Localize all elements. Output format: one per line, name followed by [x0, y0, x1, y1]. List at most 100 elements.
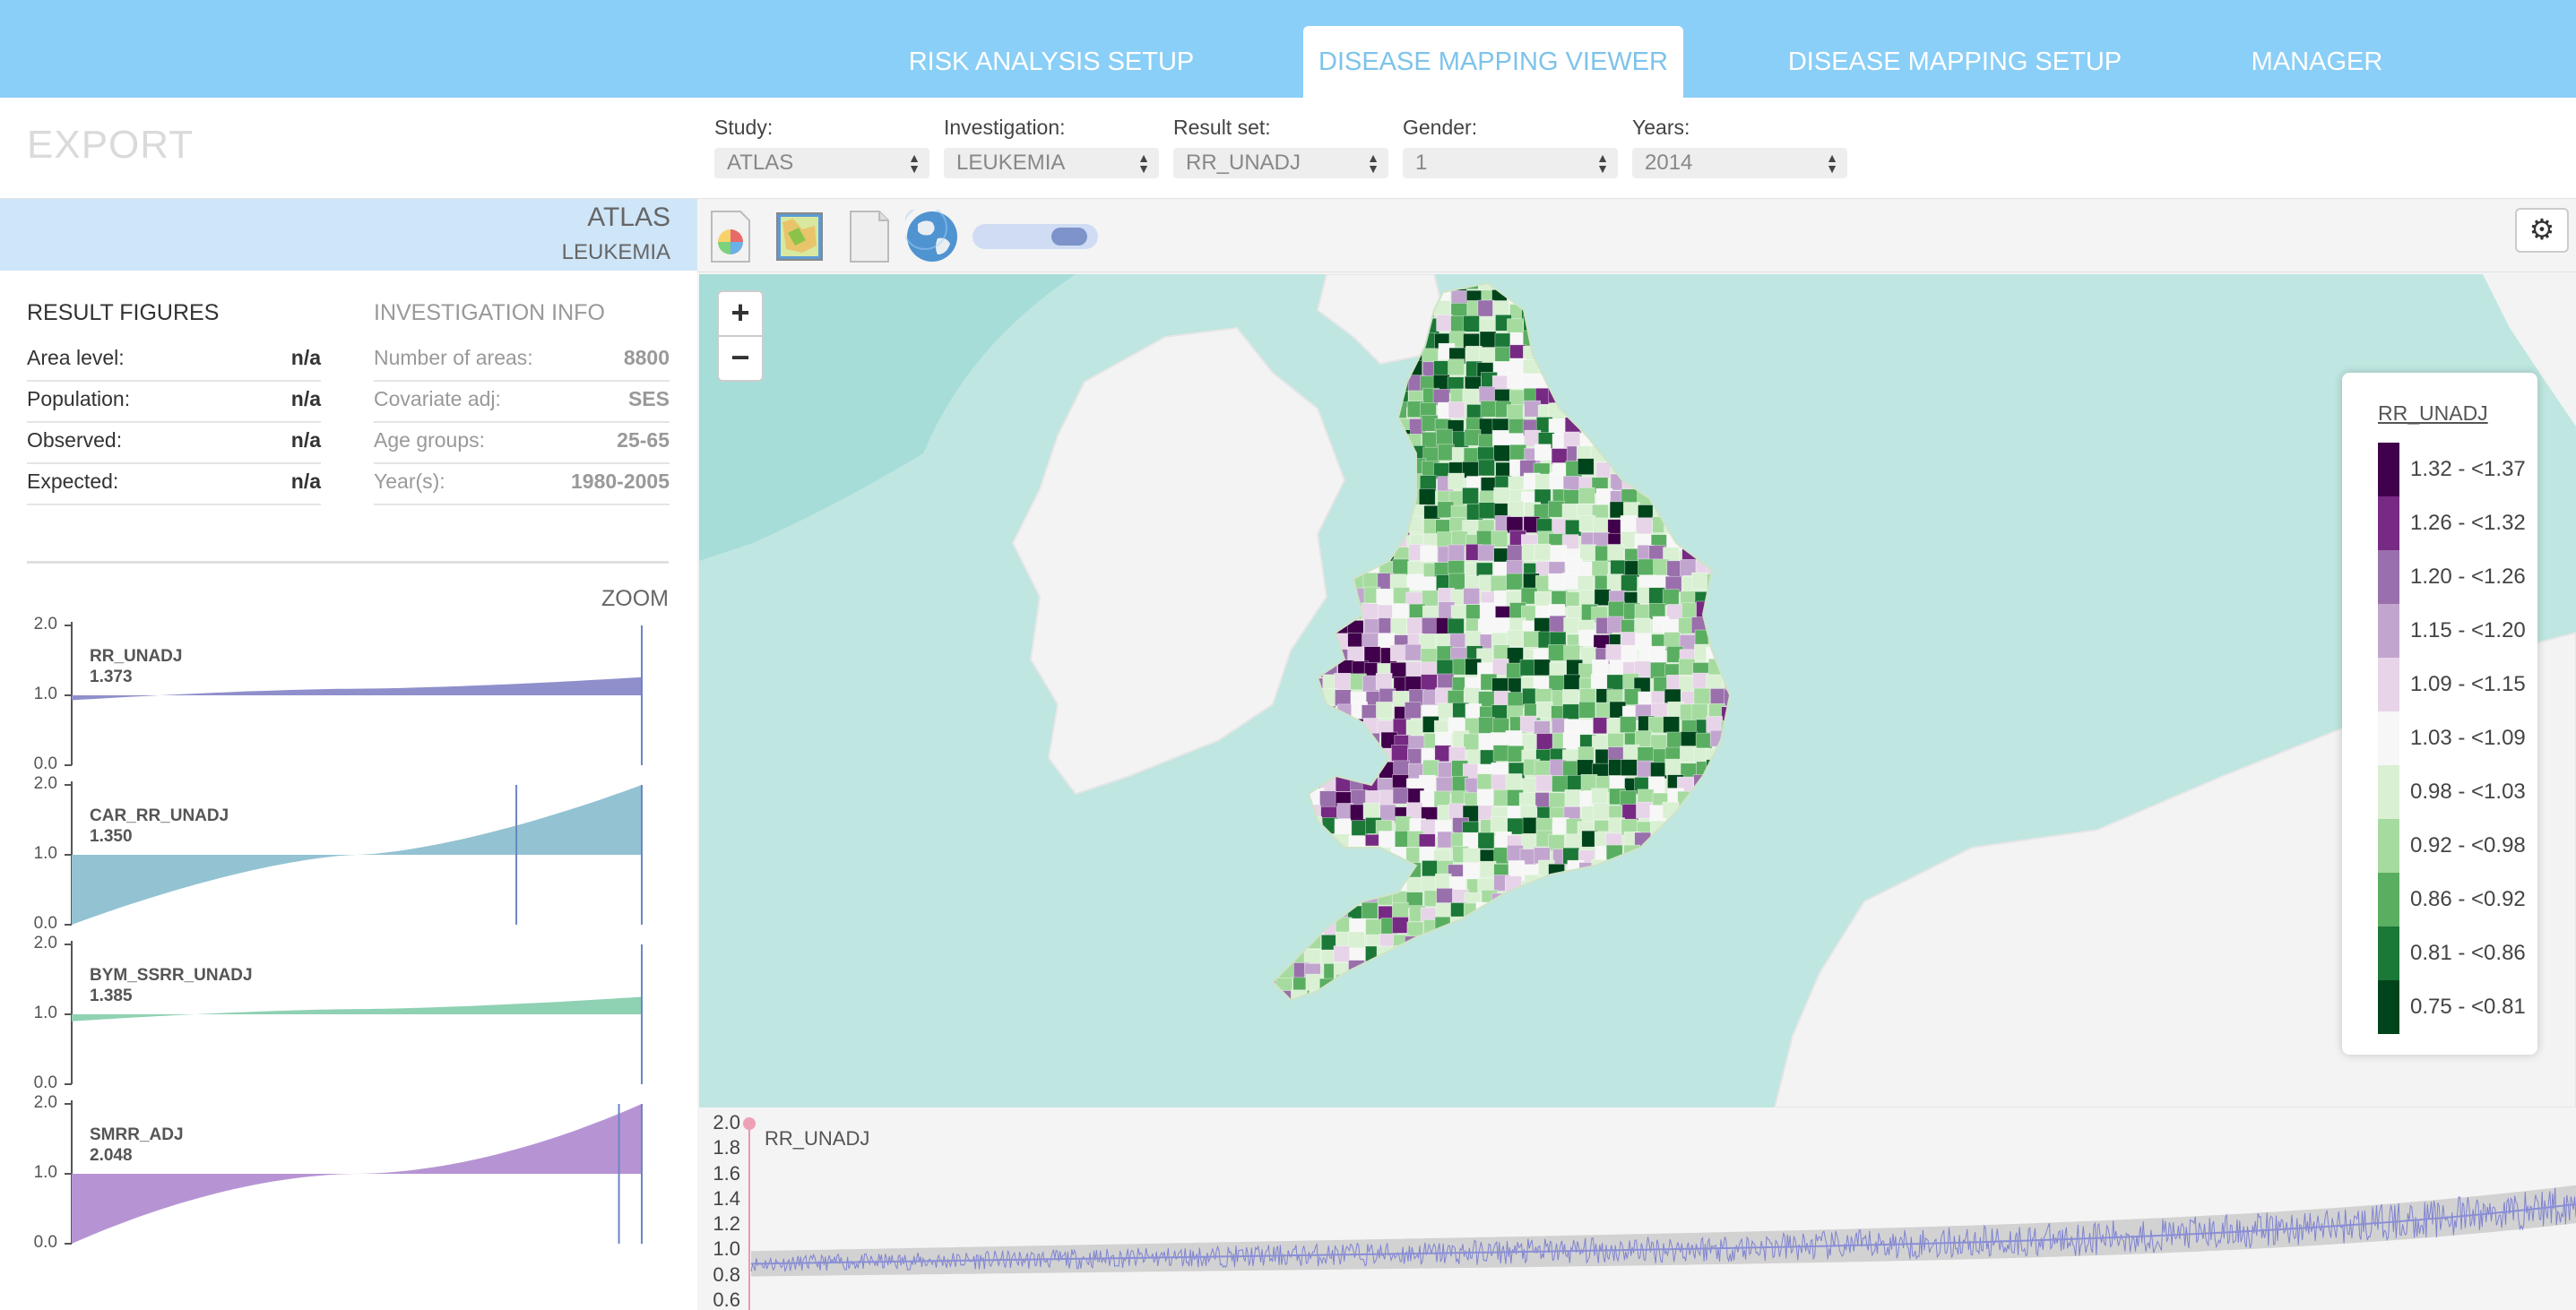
distribution-name: CAR_RR_UNADJ: [90, 806, 229, 825]
distribution-panel: CAR_RR_UNADJ 1.350: [65, 781, 643, 926]
investigation-field: Investigation: LEUKEMIA ▲ ▼: [944, 116, 1159, 178]
legend-swatch: [2378, 819, 2399, 873]
tab-disease-mapping-setup[interactable]: DISEASE MAPPING SETUP: [1775, 26, 2135, 98]
investigation-value: LEUKEMIA: [956, 151, 1066, 175]
select-arrows-icon: ▲ ▼: [1137, 151, 1150, 176]
legend-label: 0.92 - <0.98: [2410, 833, 2526, 858]
axis-tick-label: 1.0: [33, 1004, 57, 1022]
axis-tick-label: 0.0: [33, 1233, 57, 1252]
map-legend: RR_UNADJ 1.32 - <1.37 1.26 - <1.32 1.20 - …: [2342, 373, 2537, 1055]
years-value: 2014: [1645, 151, 1693, 175]
select-arrows-icon: ▲ ▼: [908, 151, 921, 176]
study-select[interactable]: ATLAS ▲ ▼: [714, 148, 929, 178]
select-arrows-icon: ▲ ▼: [1596, 151, 1609, 176]
legend-label: 0.86 - <0.92: [2410, 887, 2526, 911]
axis-tick-label: 1.0: [33, 685, 57, 703]
legend-swatch: [2378, 443, 2399, 496]
selection-header: EXPORT Study: ATLAS ▲ ▼ Investigation: LE…: [0, 98, 2576, 199]
legend-swatch: [2378, 658, 2399, 711]
globe-icon[interactable]: [905, 210, 959, 263]
map-toolbar: ⚙: [697, 199, 2576, 272]
settings-gear-icon[interactable]: ⚙: [2515, 208, 2569, 253]
legend-label: 1.26 - <1.32: [2410, 511, 2526, 535]
tab-manager[interactable]: MANAGER: [2232, 26, 2402, 98]
legend-label: 1.20 - <1.26: [2410, 565, 2526, 589]
legend-label: 0.75 - <0.81: [2410, 995, 2526, 1019]
gender-field: Gender: 1 ▲ ▼: [1403, 116, 1618, 178]
distribution-value: 1.385: [90, 987, 133, 1005]
axis-tick-label: 0.0: [33, 914, 57, 933]
choropleth-map[interactable]: + − RR_UNADJ 1.32 - <1.37 1.26 - <1.32 1.2…: [699, 274, 2576, 1107]
opacity-slider[interactable]: [972, 224, 1098, 249]
distribution-value: 1.350: [90, 827, 133, 846]
legend-label: 1.32 - <1.37: [2410, 457, 2526, 481]
distribution-panel: BYM_SSRR_UNADJ 1.385: [65, 941, 643, 1085]
chart-pie-icon[interactable]: [706, 210, 755, 263]
axis-tick-label: 2.0: [33, 934, 57, 952]
zoom-out-button[interactable]: −: [717, 335, 764, 382]
axis-tick-label: 0.0: [33, 1073, 57, 1092]
years-select[interactable]: 2014 ▲ ▼: [1632, 148, 1847, 178]
timeseries-marker: [743, 1117, 756, 1130]
distribution-panel: RR_UNADJ 1.373: [65, 622, 643, 766]
distribution-name: SMRR_ADJ: [90, 1125, 184, 1144]
legend-label: 0.98 - <1.03: [2410, 780, 2526, 804]
axis-tick-label: 2.0: [33, 1093, 57, 1112]
legend-label: 1.09 - <1.15: [2410, 672, 2526, 696]
zoom-in-button[interactable]: +: [717, 290, 764, 337]
distribution-name: RR_UNADJ: [90, 647, 182, 666]
select-arrows-icon: ▲ ▼: [1826, 151, 1838, 176]
distribution-area: [72, 996, 642, 1021]
export-button[interactable]: EXPORT: [27, 123, 194, 168]
legend-label: 1.03 - <1.09: [2410, 726, 2526, 750]
axis-tick-label: 1.0: [33, 1163, 57, 1182]
map-canvas: [699, 274, 2576, 1107]
investigation-label: Investigation:: [944, 116, 1066, 139]
legend-swatch: [2378, 980, 2399, 1034]
legend-swatch: [2378, 873, 2399, 926]
result-set-select[interactable]: RR_UNADJ ▲ ▼: [1173, 148, 1388, 178]
distribution-area: [72, 677, 642, 701]
axis-tick-label: 2.0: [33, 615, 57, 633]
legend-swatch: [2378, 765, 2399, 819]
years-field: Years: 2014 ▲ ▼: [1632, 116, 1847, 178]
map-area: ⚙ + − RR_UNADJ 1.32 - <1.37 1.26 - <1.32…: [697, 199, 2576, 1310]
legend-swatch: [2378, 926, 2399, 980]
distribution-charts: RR_UNADJ 1.373 CAR_RR_UNADJ 1.350 BYM_SSRR_U…: [65, 622, 643, 1245]
map-icon[interactable]: [775, 210, 824, 263]
axis-tick-label: 0.0: [33, 754, 57, 773]
timeseries-chart[interactable]: [697, 1111, 2576, 1310]
years-label: Years:: [1632, 116, 1690, 139]
gender-label: Gender:: [1403, 116, 1478, 139]
legend-swatch: [2378, 496, 2399, 550]
axis-tick-label: 1.0: [33, 844, 57, 863]
legend-swatch: [2378, 604, 2399, 658]
left-panel: ATLAS LEUKEMIA RESULT FIGURES INVESTIGAT…: [0, 199, 697, 1310]
study-label: Study:: [714, 116, 774, 139]
distribution-name: BYM_SSRR_UNADJ: [90, 966, 253, 985]
axis-tick-label: 2.0: [33, 774, 57, 793]
legend-label: 1.15 - <1.20: [2410, 618, 2526, 642]
tab-risk-analysis-setup[interactable]: RISK ANALYSIS SETUP: [887, 26, 1215, 98]
study-value: ATLAS: [727, 151, 794, 175]
gender-select[interactable]: 1 ▲ ▼: [1403, 148, 1618, 178]
top-navigation: RISK ANALYSIS SETUP DISEASE MAPPING VIEW…: [0, 0, 2576, 98]
legend-swatch: [2378, 550, 2399, 604]
distribution-panel: SMRR_ADJ 2.048: [65, 1100, 643, 1245]
investigation-select[interactable]: LEUKEMIA ▲ ▼: [944, 148, 1159, 178]
document-icon[interactable]: [845, 210, 894, 263]
result-set-value: RR_UNADJ: [1186, 151, 1301, 175]
legend-swatch: [2378, 711, 2399, 765]
app-root: RISK ANALYSIS SETUP DISEASE MAPPING VIEW…: [0, 0, 2576, 1310]
tab-disease-mapping-viewer[interactable]: DISEASE MAPPING VIEWER: [1303, 26, 1683, 98]
select-arrows-icon: ▲ ▼: [1367, 151, 1379, 176]
gender-value: 1: [1415, 151, 1428, 175]
legend-title: RR_UNADJ: [2378, 401, 2488, 425]
timeseries-panel: 2.0 1.8 1.6 1.4 1.2 1.0 0.8 0.6 RR_UNADJ: [697, 1111, 2576, 1310]
slider-handle[interactable]: [1051, 228, 1087, 246]
distribution-value: 1.373: [90, 668, 133, 686]
study-field: Study: ATLAS ▲ ▼: [714, 116, 929, 178]
result-set-field: Result set: RR_UNADJ ▲ ▼: [1173, 116, 1388, 178]
legend-label: 0.81 - <0.86: [2410, 941, 2526, 965]
distribution-value: 2.048: [90, 1146, 133, 1165]
